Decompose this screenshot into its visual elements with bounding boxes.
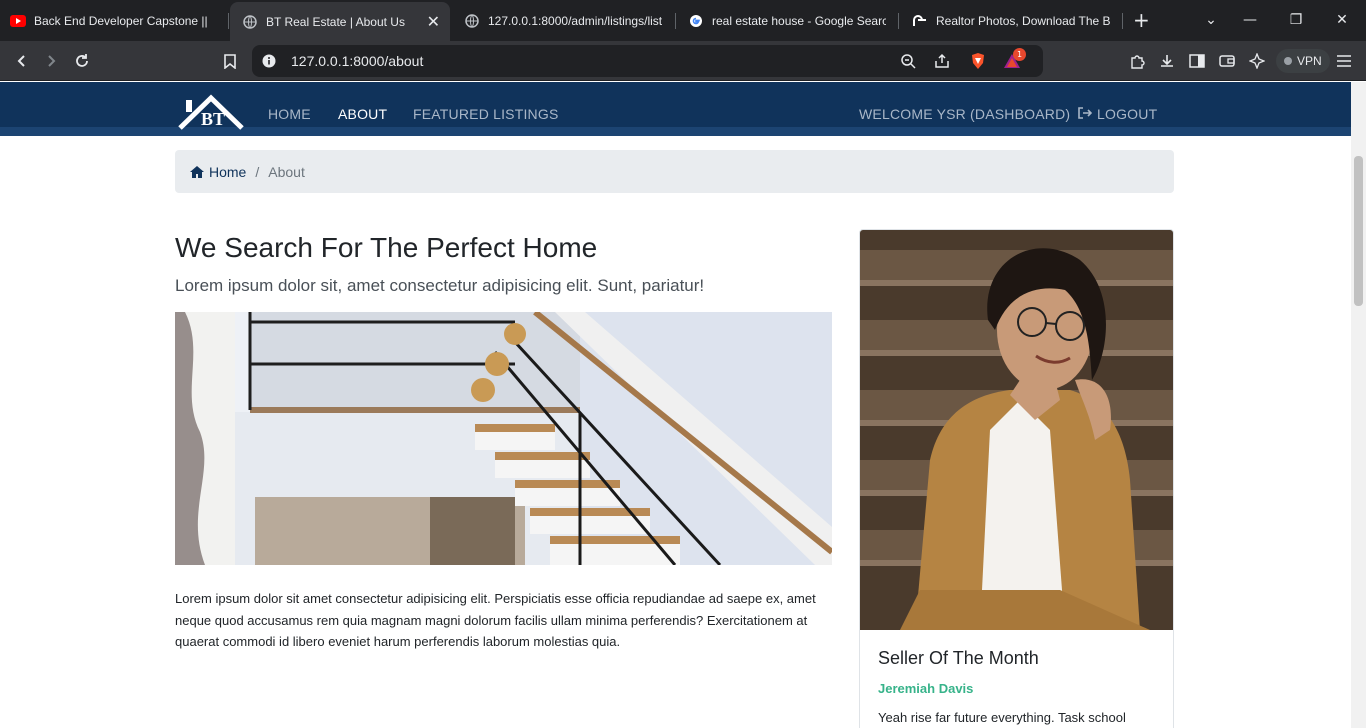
nav-dashboard-link[interactable]: WELCOME YSR (DASHBOARD) <box>859 106 1070 122</box>
new-tab-button[interactable]: + <box>1133 10 1150 30</box>
vpn-status-icon <box>1284 57 1292 65</box>
back-icon[interactable] <box>12 51 32 71</box>
site-navbar: BT HOME ABOUT FEATURED LISTINGS WELCOME … <box>0 82 1351 136</box>
breadcrumb: Home / About <box>175 150 1174 193</box>
leo-ai-icon[interactable] <box>1247 51 1267 71</box>
seller-of-month-card: Seller Of The Month Jeremiah Davis Yeah … <box>859 229 1174 728</box>
tab-about-active[interactable]: BT Real Estate | About Us ✕ <box>230 2 450 41</box>
vpn-button[interactable]: VPN <box>1276 49 1330 73</box>
staircase-photo <box>175 312 832 565</box>
browser-toolbar: 127.0.0.1:8000/about 1 VPN <box>0 41 1366 81</box>
tab-title: 127.0.0.1:8000/admin/listings/list <box>488 13 662 28</box>
tab-youtube[interactable]: Back End Developer Capstone || B <box>10 0 228 41</box>
breadcrumb-current: About <box>268 163 305 180</box>
home-icon <box>190 165 204 178</box>
tab-divider <box>228 13 229 29</box>
tab-title: Realtor Photos, Download The BE <box>936 13 1110 28</box>
page-viewport: BT HOME ABOUT FEATURED LISTINGS WELCOME … <box>0 82 1351 728</box>
bookmark-icon[interactable] <box>220 51 240 71</box>
nav-about-link[interactable]: ABOUT <box>338 106 387 122</box>
minimize-icon[interactable]: — <box>1240 10 1260 30</box>
share-icon[interactable] <box>933 52 951 70</box>
globe-icon <box>242 14 258 30</box>
close-tab-icon[interactable]: ✕ <box>427 12 440 32</box>
page-scrollbar[interactable] <box>1351 82 1366 728</box>
nav-home-link[interactable]: HOME <box>268 106 311 122</box>
breadcrumb-separator: / <box>255 163 260 180</box>
extensions-icon[interactable] <box>1127 51 1147 71</box>
vpn-label: VPN <box>1297 54 1322 68</box>
logout-icon <box>1078 106 1093 122</box>
site-logo[interactable]: BT <box>178 94 244 132</box>
address-bar[interactable]: 127.0.0.1:8000/about 1 <box>252 45 1043 77</box>
tab-title: real estate house - Google Search <box>712 13 886 28</box>
tab-title: Back End Developer Capstone || B <box>34 13 210 28</box>
url-text: 127.0.0.1:8000/about <box>291 53 424 69</box>
page-title: We Search For The Perfect Home <box>175 232 598 263</box>
download-icon[interactable] <box>1157 51 1177 71</box>
logout-label: LOGOUT <box>1097 106 1158 122</box>
wallet-icon[interactable] <box>1217 51 1237 71</box>
breadcrumb-home-label: Home <box>209 163 247 180</box>
tab-search-chevron-icon[interactable]: ⌄ <box>1201 10 1221 30</box>
browser-tab-bar: Back End Developer Capstone || B BT Real… <box>0 0 1366 41</box>
nav-logout-link[interactable]: LOGOUT <box>1078 106 1157 122</box>
google-icon <box>688 13 704 29</box>
brave-shields-icon[interactable] <box>969 52 987 70</box>
card-title: Seller Of The Month <box>878 648 1039 668</box>
forward-icon[interactable] <box>41 51 61 71</box>
seller-photo <box>860 230 1173 630</box>
tab-title: BT Real Estate | About Us <box>266 14 405 29</box>
seller-description: Yeah rise far future everything. Task sc… <box>878 710 1126 725</box>
site-info-icon[interactable] <box>260 52 278 70</box>
restore-icon[interactable]: ❐ <box>1286 10 1306 30</box>
globe-icon <box>464 13 480 29</box>
about-body-text: Lorem ipsum dolor sit amet consectetur a… <box>175 591 816 649</box>
tab-realtor-photos[interactable]: Realtor Photos, Download The BE <box>912 0 1118 41</box>
scrollbar-thumb[interactable] <box>1354 156 1363 306</box>
nav-featured-listings-link[interactable]: FEATURED LISTINGS <box>413 106 559 122</box>
realtor-icon <box>912 13 928 29</box>
breadcrumb-home-link[interactable]: Home <box>190 164 246 180</box>
tab-divider <box>1122 13 1123 29</box>
menu-icon[interactable] <box>1334 51 1354 71</box>
seller-name: Jeremiah Davis <box>878 681 974 696</box>
tab-admin-listings[interactable]: 127.0.0.1:8000/admin/listings/list <box>464 0 670 41</box>
tab-google-search[interactable]: real estate house - Google Search <box>688 0 894 41</box>
brave-rewards-icon[interactable]: 1 <box>1003 48 1026 70</box>
tab-divider <box>898 13 899 29</box>
lead-text: Lorem ipsum dolor sit, amet consectetur … <box>175 276 705 295</box>
tab-divider <box>675 13 676 29</box>
notification-badge: 1 <box>1013 48 1026 61</box>
reload-icon[interactable] <box>72 51 92 71</box>
logo-text: BT <box>201 109 226 129</box>
sidebar-icon[interactable] <box>1187 51 1207 71</box>
youtube-icon <box>10 13 26 29</box>
close-window-icon[interactable]: ✕ <box>1332 10 1352 30</box>
zoom-icon[interactable] <box>899 52 917 70</box>
